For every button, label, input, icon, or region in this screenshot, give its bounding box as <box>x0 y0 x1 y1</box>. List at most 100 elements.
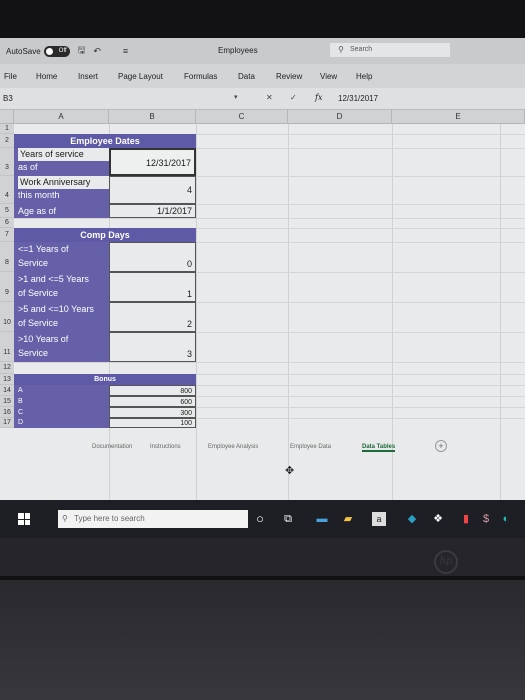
cancel-icon[interactable]: ✕ <box>266 93 273 102</box>
comp-label-3-line-1: >5 and <=10 Years <box>18 304 94 314</box>
search-icon: ⚲ <box>62 514 68 523</box>
store-app-icon[interactable]: ◆ <box>404 511 420 527</box>
hp-logo-icon: hp <box>434 550 458 574</box>
enter-icon[interactable]: ✓ <box>290 93 297 102</box>
tab-insert[interactable]: Insert <box>78 72 98 81</box>
row-header-16[interactable]: 16 <box>0 407 14 418</box>
comp-days-label-4[interactable]: >10 Years of Service <box>14 332 109 362</box>
insert-function-icon[interactable]: fx <box>315 93 322 102</box>
row-header-3[interactable]: 3 <box>0 148 14 176</box>
select-all-corner[interactable] <box>0 110 14 124</box>
row-header-13[interactable]: 13 <box>0 374 14 385</box>
bonus-grade-d[interactable]: D <box>14 418 109 428</box>
bonus-value-a[interactable]: 800 <box>109 385 196 396</box>
laptop-keyboard-deck <box>0 580 525 700</box>
row-header-10[interactable]: 10 <box>0 302 14 332</box>
amazon-app-icon[interactable]: a <box>372 512 386 526</box>
row-header-7[interactable]: 7 <box>0 228 14 242</box>
bonus-value-b[interactable]: 600 <box>109 396 196 407</box>
windows-start-icon[interactable] <box>18 513 30 525</box>
row-header-17[interactable]: 17 <box>0 418 14 428</box>
row-header-15[interactable]: 15 <box>0 396 14 407</box>
mail-app-icon[interactable]: ▬ <box>314 511 330 527</box>
comp-days-value-1[interactable]: 0 <box>109 242 196 272</box>
name-box-dropdown-icon[interactable]: ▾ <box>234 93 238 101</box>
bonus-value-d[interactable]: 100 <box>109 418 196 428</box>
sheet-tab-instructions[interactable]: Instructions <box>150 444 181 450</box>
gridline <box>14 362 525 363</box>
autosave-toggle[interactable]: Off <box>43 45 70 57</box>
formula-bar: B3 ▾ ✕ ✓ fx 12/31/2017 <box>0 88 525 110</box>
row-header-8[interactable]: 8 <box>0 242 14 272</box>
document-title: Employees <box>218 46 258 55</box>
tab-data[interactable]: Data <box>238 72 255 81</box>
bonus-grade-a[interactable]: A <box>14 385 109 396</box>
bonus-value-c[interactable]: 300 <box>109 407 196 418</box>
file-explorer-icon[interactable]: ▰ <box>340 511 356 527</box>
dollar-app-icon[interactable]: $ <box>478 511 494 527</box>
comp-days-label-2[interactable]: >1 and <=5 Years of Service <box>14 272 109 302</box>
save-icon[interactable]: 🖫 <box>78 43 86 59</box>
comp-days-value-4[interactable]: 3 <box>109 332 196 362</box>
bonus-grade-b[interactable]: B <box>14 396 109 407</box>
cell-b3-selected[interactable]: 12/31/2017 <box>109 148 196 176</box>
comp-days-label-1[interactable]: <=1 Years of Service <box>14 242 109 272</box>
column-header-d[interactable]: D <box>288 110 392 124</box>
dropbox-icon[interactable]: ❖ <box>430 511 446 527</box>
years-of-service-label[interactable]: Years of service as of <box>14 148 109 176</box>
row-header-1[interactable]: 1 <box>0 124 14 134</box>
cell-b4[interactable]: 4 <box>109 176 196 204</box>
column-header-a[interactable]: A <box>14 110 109 124</box>
tab-page-layout[interactable]: Page Layout <box>118 72 163 81</box>
undo-icon[interactable]: ↶ <box>93 46 101 57</box>
row-header-14[interactable]: 14 <box>0 385 14 396</box>
row-header-12[interactable]: 12 <box>0 362 14 374</box>
column-header-b[interactable]: B <box>109 110 196 124</box>
row-header-5[interactable]: 5 <box>0 204 14 218</box>
comp-days-header[interactable]: Comp Days <box>14 228 196 242</box>
search-input[interactable]: ⚲ Search <box>330 43 450 57</box>
sheet-tab-employee-analysis[interactable]: Employee Analysis <box>208 444 258 450</box>
formula-input[interactable]: 12/31/2017 <box>338 94 378 103</box>
task-view-icon[interactable]: ⧉ <box>280 511 296 527</box>
screen: AutoSave Off 🖫 ↶ ≡ Employees ⚲ Search Fi… <box>0 38 525 538</box>
column-header-e[interactable]: E <box>392 110 525 124</box>
column-header-c[interactable]: C <box>196 110 288 124</box>
tab-view[interactable]: View <box>320 72 337 81</box>
row-header-4[interactable]: 4 <box>0 176 14 204</box>
age-as-of-label[interactable]: Age as of <box>14 204 109 218</box>
cortana-icon[interactable]: ○ <box>252 511 268 527</box>
bonus-header[interactable]: Bonus <box>14 374 196 385</box>
tab-formulas[interactable]: Formulas <box>184 72 217 81</box>
comp-days-value-2[interactable]: 1 <box>109 272 196 302</box>
add-sheet-icon[interactable]: + <box>435 440 447 452</box>
comp-days-value-3[interactable]: 2 <box>109 302 196 332</box>
years-label-line-1: Years of service <box>18 148 109 161</box>
bonus-grade-c[interactable]: C <box>14 407 109 418</box>
row-header-2[interactable]: 2 <box>0 134 14 148</box>
taskbar-search-input[interactable]: ⚲ Type here to search <box>58 510 248 528</box>
gridline <box>288 124 289 510</box>
sheet-tab-employee-data[interactable]: Employee Data <box>290 444 331 450</box>
colorful-app-icon[interactable]: ▮ <box>458 511 474 527</box>
name-box[interactable]: B3 <box>0 92 60 106</box>
customize-toolbar-icon[interactable]: ≡ <box>123 46 128 56</box>
row-header-11[interactable]: 11 <box>0 332 14 362</box>
tab-review[interactable]: Review <box>276 72 302 81</box>
gridline <box>500 124 501 510</box>
employee-dates-header[interactable]: Employee Dates <box>14 134 196 148</box>
mouse-cursor-icon: ✥ <box>285 465 295 477</box>
sheet-tab-data-tables[interactable]: Data Tables <box>362 444 396 452</box>
worksheet-grid[interactable]: A B C D E 1 2 3 4 5 6 7 8 9 10 11 12 13 … <box>0 110 525 510</box>
cell-b5[interactable]: 1/1/2017 <box>109 204 196 218</box>
tab-home[interactable]: Home <box>36 72 57 81</box>
sheet-tab-documentation[interactable]: Documentation <box>92 444 132 450</box>
autosave-label: AutoSave <box>6 46 41 56</box>
tab-file[interactable]: File <box>4 72 17 81</box>
row-header-9[interactable]: 9 <box>0 272 14 302</box>
tab-help[interactable]: Help <box>356 72 372 81</box>
comp-days-label-3[interactable]: >5 and <=10 Years of Service <box>14 302 109 332</box>
work-anniversary-label[interactable]: Work Anniversary this month <box>14 176 109 204</box>
row-header-6[interactable]: 6 <box>0 218 14 228</box>
browser-icon[interactable]: ◐ <box>498 511 514 527</box>
